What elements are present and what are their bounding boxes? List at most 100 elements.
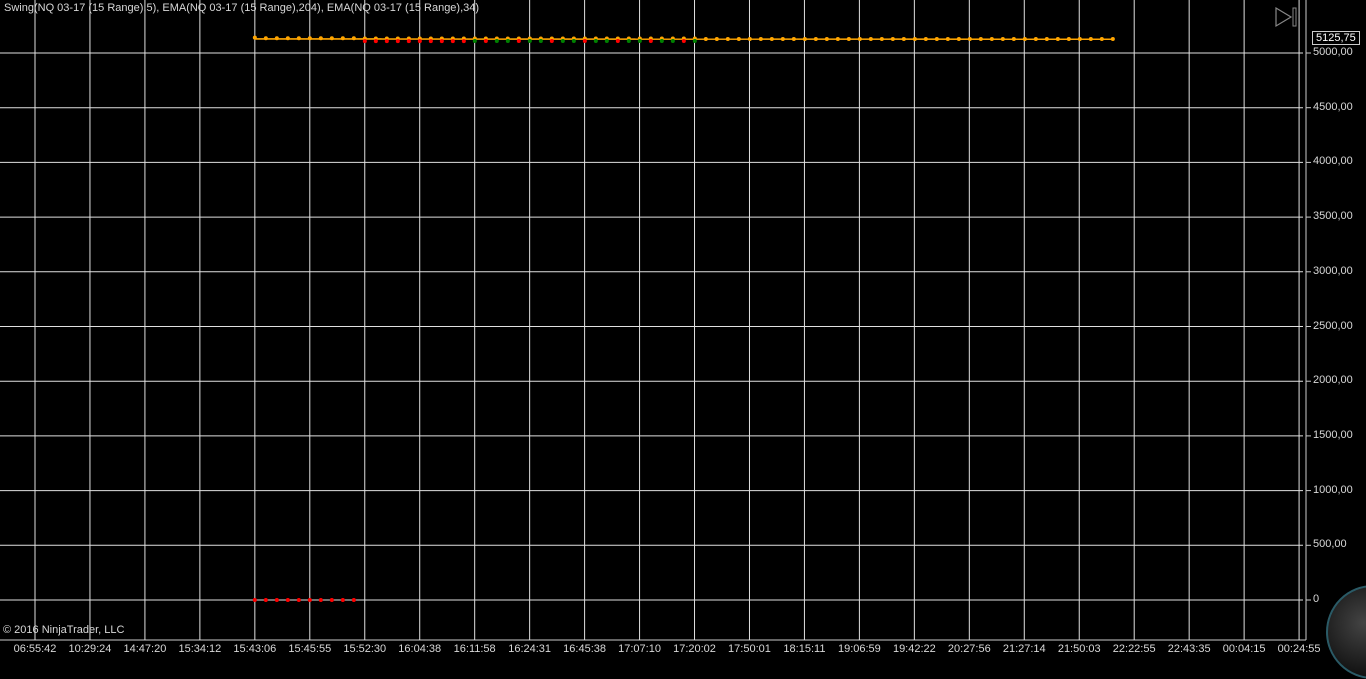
swing-low-dot bbox=[418, 39, 422, 43]
indicator-title: Swing(NQ 03-17 (15 Range),5), EMA(NQ 03-… bbox=[4, 2, 479, 14]
swing-high-dot bbox=[836, 37, 840, 41]
y-tick-label: 4000,00 bbox=[1313, 155, 1353, 167]
y-tick-label: 4500,00 bbox=[1313, 101, 1353, 113]
swing-low-dot bbox=[462, 39, 466, 43]
swing-low-dot bbox=[341, 598, 345, 602]
swing-low-dot bbox=[583, 39, 587, 43]
swing-high-dot bbox=[902, 37, 906, 41]
swing-high-dot bbox=[704, 37, 708, 41]
swing-low-dot bbox=[253, 598, 257, 602]
x-tick-label: 18:15:11 bbox=[783, 643, 825, 655]
x-tick-label: 15:45:55 bbox=[288, 643, 331, 655]
swing-low-dot bbox=[374, 39, 378, 43]
swing-low-dot bbox=[484, 39, 488, 43]
y-tick-label: 0 bbox=[1313, 593, 1319, 605]
x-tick-label: 15:34:12 bbox=[178, 643, 221, 655]
swing-high-dot bbox=[869, 37, 873, 41]
swing-low-dot bbox=[539, 39, 543, 43]
swing-low-dot bbox=[363, 39, 367, 43]
swing-high-dot bbox=[330, 36, 334, 40]
swing-high-dot bbox=[1023, 37, 1027, 41]
last-price-marker: 5125,75 bbox=[1312, 31, 1360, 45]
swing-low-dot bbox=[429, 39, 433, 43]
swing-high-dot bbox=[781, 37, 785, 41]
y-tick-label: 1500,00 bbox=[1313, 429, 1353, 441]
swing-high-dot bbox=[968, 37, 972, 41]
swing-low-dot bbox=[385, 39, 389, 43]
swing-high-dot bbox=[891, 37, 895, 41]
swing-low-dot bbox=[550, 39, 554, 43]
x-tick-label: 17:50:01 bbox=[728, 643, 771, 655]
swing-low-dot bbox=[693, 39, 697, 43]
swing-high-dot bbox=[1045, 37, 1049, 41]
x-tick-label: 16:11:58 bbox=[454, 643, 496, 655]
swing-high-dot bbox=[1089, 37, 1093, 41]
x-tick-label: 15:43:06 bbox=[233, 643, 276, 655]
swing-high-dot bbox=[319, 36, 323, 40]
swing-high-dot bbox=[297, 36, 301, 40]
swing-high-dot bbox=[825, 37, 829, 41]
x-tick-label: 22:43:35 bbox=[1168, 643, 1211, 655]
x-tick-label: 22:22:55 bbox=[1113, 643, 1156, 655]
swing-high-dot bbox=[979, 37, 983, 41]
scroll-to-end-icon[interactable] bbox=[1274, 6, 1298, 30]
x-tick-label: 16:45:38 bbox=[563, 643, 606, 655]
swing-low-dot bbox=[594, 39, 598, 43]
swing-high-dot bbox=[957, 37, 961, 41]
swing-low-dot bbox=[660, 39, 664, 43]
chart-canvas[interactable] bbox=[0, 0, 1366, 658]
swing-high-dot bbox=[990, 37, 994, 41]
swing-high-dot bbox=[858, 37, 862, 41]
swing-high-dot bbox=[913, 37, 917, 41]
y-tick-label: 3000,00 bbox=[1313, 265, 1353, 277]
x-tick-label: 00:04:15 bbox=[1223, 643, 1266, 655]
x-tick-label: 19:06:59 bbox=[838, 643, 881, 655]
x-tick-label: 21:27:14 bbox=[1003, 643, 1046, 655]
swing-high-dot bbox=[1111, 37, 1115, 41]
swing-high-dot bbox=[737, 37, 741, 41]
swing-low-dot bbox=[319, 598, 323, 602]
swing-high-dot bbox=[792, 37, 796, 41]
swing-high-dot bbox=[253, 36, 257, 40]
x-tick-label: 15:52:30 bbox=[343, 643, 386, 655]
swing-low-dot bbox=[495, 39, 499, 43]
swing-high-dot bbox=[1034, 37, 1038, 41]
swing-high-dot bbox=[770, 37, 774, 41]
x-tick-label: 20:27:56 bbox=[948, 643, 991, 655]
swing-high-dot bbox=[1100, 37, 1104, 41]
swing-low-dot bbox=[407, 39, 411, 43]
swing-high-dot bbox=[1056, 37, 1060, 41]
swing-low-dot bbox=[671, 39, 675, 43]
swing-high-dot bbox=[286, 36, 290, 40]
swing-high-dot bbox=[1012, 37, 1016, 41]
swing-high-dot bbox=[264, 36, 268, 40]
swing-high-dot bbox=[1067, 37, 1071, 41]
x-tick-label: 10:29:24 bbox=[69, 643, 112, 655]
x-tick-label: 19:42:22 bbox=[893, 643, 936, 655]
swing-low-dot bbox=[275, 598, 279, 602]
swing-low-dot bbox=[561, 39, 565, 43]
swing-high-dot bbox=[341, 36, 345, 40]
swing-low-dot bbox=[616, 39, 620, 43]
x-tick-label: 16:04:38 bbox=[398, 643, 441, 655]
swing-low-dot bbox=[264, 598, 268, 602]
x-tick-label: 21:50:03 bbox=[1058, 643, 1101, 655]
swing-low-dot bbox=[297, 598, 301, 602]
swing-low-dot bbox=[396, 39, 400, 43]
swing-high-dot bbox=[748, 37, 752, 41]
y-tick-label: 2500,00 bbox=[1313, 320, 1353, 332]
swing-high-dot bbox=[1078, 37, 1082, 41]
swing-high-dot bbox=[946, 37, 950, 41]
swing-low-dot bbox=[638, 39, 642, 43]
swing-high-dot bbox=[847, 37, 851, 41]
swing-low-dot bbox=[473, 39, 477, 43]
swing-high-dot bbox=[308, 36, 312, 40]
x-tick-label: 17:07:10 bbox=[618, 643, 661, 655]
swing-low-dot bbox=[682, 39, 686, 43]
swing-high-dot bbox=[880, 37, 884, 41]
y-tick-label: 1000,00 bbox=[1313, 484, 1353, 496]
swing-high-dot bbox=[352, 36, 356, 40]
swing-high-dot bbox=[275, 36, 279, 40]
swing-low-dot bbox=[308, 598, 312, 602]
swing-low-dot bbox=[440, 39, 444, 43]
